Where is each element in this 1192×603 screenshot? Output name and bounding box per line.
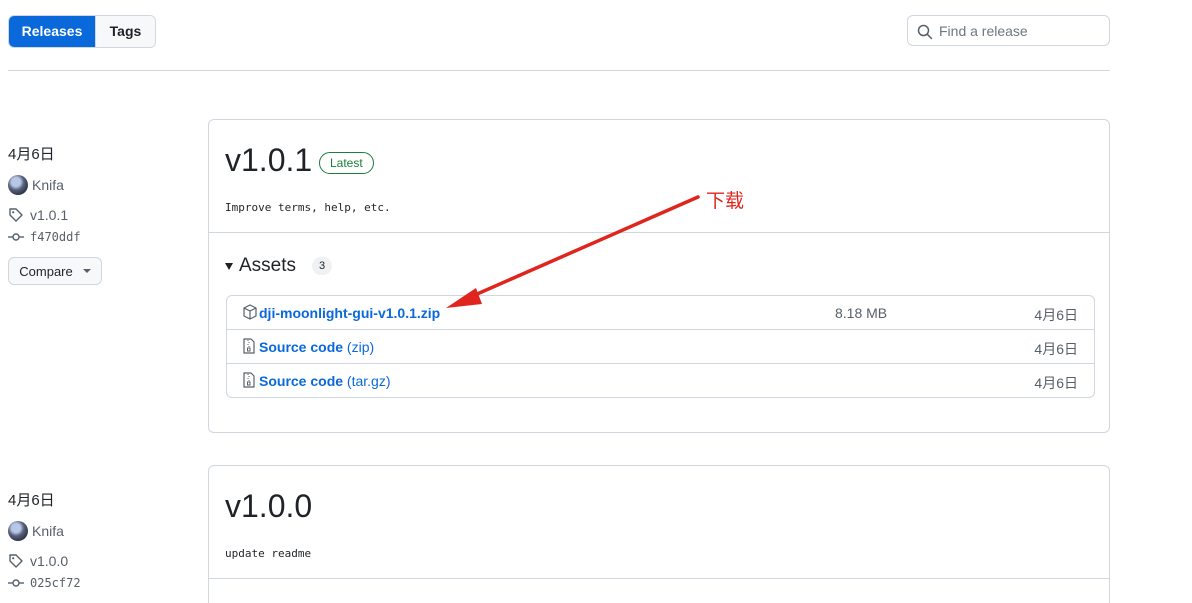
asset-date: 4月6日 (1034, 375, 1078, 391)
release-header: v1.0.0 update readme (209, 466, 1109, 579)
author-name[interactable]: Knifa (32, 523, 64, 539)
asset-date: 4月6日 (1034, 307, 1078, 323)
search-input[interactable] (939, 16, 1104, 45)
asset-format[interactable]: (zip) (343, 339, 374, 355)
tag-name[interactable]: v1.0.0 (30, 553, 68, 569)
tag-row[interactable]: v1.0.0 (8, 551, 81, 571)
author-name[interactable]: Knifa (32, 177, 64, 193)
asset-name[interactable]: dji-moonlight-gui-v1.0.1.zip (259, 305, 440, 321)
release-date: 4月6日 (8, 146, 55, 163)
asset-link[interactable]: Source code (zip) (259, 339, 374, 355)
annotation-label: 下载 (706, 191, 745, 212)
tab-tags[interactable]: Tags (95, 16, 155, 47)
commit-row[interactable]: f470ddf (8, 227, 102, 247)
release-tag-switch: Releases Tags (8, 15, 156, 48)
tag-icon (9, 554, 23, 568)
commit-sha[interactable]: f470ddf (30, 230, 81, 244)
caret-down-icon (82, 269, 91, 273)
commit-icon (8, 579, 24, 587)
asset-format[interactable]: (tar.gz) (343, 373, 391, 389)
avatar[interactable] (8, 175, 28, 195)
tag-row[interactable]: v1.0.1 (8, 205, 102, 225)
file-zip-icon (243, 372, 255, 388)
assets-toggle[interactable]: Assets 3 (225, 255, 333, 277)
tag-name[interactable]: v1.0.1 (30, 207, 68, 223)
asset-name[interactable]: Source code (259, 339, 343, 355)
author-row[interactable]: Knifa (8, 175, 102, 195)
search-icon (917, 24, 933, 40)
release-title[interactable]: v1.0.1 (225, 142, 312, 179)
file-zip-icon (243, 338, 255, 354)
asset-date: 4月6日 (1034, 341, 1078, 357)
avatar[interactable] (8, 521, 28, 541)
assets-section: Assets 3 dji-moonlight-gui-v1.0.1.zip 8.… (209, 233, 1109, 431)
asset-row: Source code (tar.gz) 4月6日 (227, 363, 1094, 397)
tag-icon (9, 208, 23, 222)
release-title[interactable]: v1.0.0 (225, 488, 312, 525)
release-meta: 4月6日 Knifa v1.0.0 025cf72 (8, 491, 81, 593)
asset-name[interactable]: Source code (259, 373, 343, 389)
asset-row: Source code (zip) 4月6日 (227, 329, 1094, 363)
release-date: 4月6日 (8, 492, 55, 509)
asset-row: dji-moonlight-gui-v1.0.1.zip 8.18 MB 4月6… (227, 296, 1094, 329)
release-search (907, 15, 1110, 46)
release-meta: 4月6日 Knifa v1.0.1 f470ddf Compare (8, 145, 102, 285)
release-card: v1.0.1 Latest Improve terms, help, etc. … (208, 119, 1110, 433)
compare-label: Compare (19, 263, 73, 279)
release-card: v1.0.0 update readme (208, 465, 1110, 603)
release-notes: update readme (225, 547, 312, 560)
compare-button[interactable]: Compare (8, 257, 102, 285)
commit-icon (8, 233, 24, 241)
commit-row[interactable]: 025cf72 (8, 573, 81, 593)
asset-link[interactable]: Source code (tar.gz) (259, 373, 391, 389)
latest-badge: Latest (319, 152, 374, 174)
asset-list: dji-moonlight-gui-v1.0.1.zip 8.18 MB 4月6… (226, 295, 1095, 398)
tab-releases[interactable]: Releases (9, 16, 95, 47)
release-header: v1.0.1 Latest Improve terms, help, etc. (209, 120, 1109, 233)
assets-count: 3 (312, 257, 333, 275)
author-row[interactable]: Knifa (8, 521, 81, 541)
release-notes: Improve terms, help, etc. (225, 201, 391, 214)
package-icon (243, 304, 257, 320)
asset-link[interactable]: dji-moonlight-gui-v1.0.1.zip (259, 305, 440, 321)
asset-size: 8.18 MB (835, 305, 888, 321)
divider (8, 70, 1110, 71)
triangle-down-icon (225, 262, 233, 270)
assets-title: Assets (239, 255, 297, 276)
commit-sha[interactable]: 025cf72 (30, 576, 81, 590)
